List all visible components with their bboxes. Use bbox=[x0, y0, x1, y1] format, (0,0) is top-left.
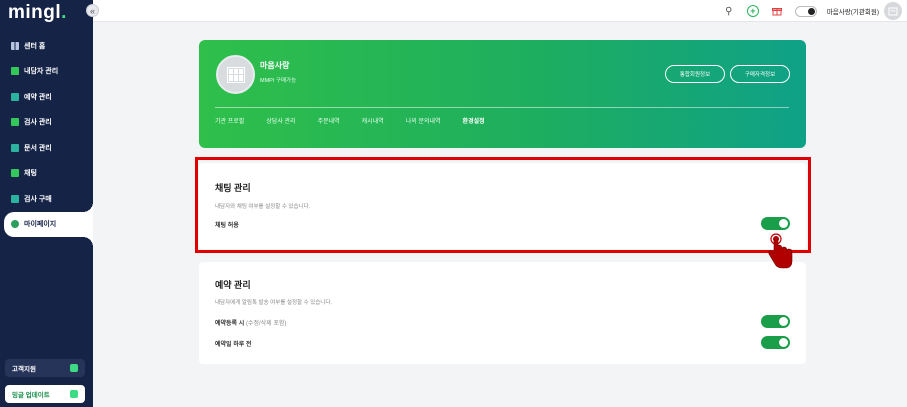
chat-settings-card: 채팅 관리 내담자와 채팅 여부를 설정할 수 있습니다. 채팅 허용 bbox=[199, 163, 806, 249]
sidebar-item-reservations[interactable]: 예약 관리 bbox=[0, 84, 93, 110]
calendar-icon bbox=[11, 92, 19, 101]
tab-cash[interactable]: 캐시내역 bbox=[362, 116, 384, 125]
organization-name: 마음사랑 bbox=[260, 61, 290, 70]
sun-icon bbox=[807, 7, 815, 15]
cart-icon bbox=[11, 194, 19, 203]
gift-icon[interactable] bbox=[771, 5, 783, 17]
tab-organization-profile[interactable]: 기관 프로필 bbox=[215, 116, 244, 125]
chat-icon bbox=[11, 169, 19, 178]
tab-orders[interactable]: 주문내역 bbox=[318, 116, 340, 125]
sidebar-item-chat[interactable]: 채팅 bbox=[0, 161, 93, 187]
sidebar-item-tests[interactable]: 검사 관리 bbox=[0, 110, 93, 136]
support-button[interactable]: 고객지원 bbox=[5, 359, 85, 377]
reservation-register-toggle[interactable] bbox=[761, 315, 790, 328]
user-icon bbox=[11, 220, 19, 229]
sidebar-item-test-purchase[interactable]: 검사 구매 bbox=[0, 186, 93, 212]
chat-allow-label: 채팅 허용 bbox=[215, 223, 239, 229]
tab-settings[interactable]: 환경설정 bbox=[463, 116, 485, 125]
bell-icon bbox=[70, 390, 78, 398]
user-avatar[interactable] bbox=[884, 2, 902, 20]
sidebar: mingl. 센터 홈 내담자 관리 예약 관리 검사 관리 문서 관리 채팅 … bbox=[0, 0, 93, 407]
reservation-settings-description: 내담자에게 알림톡 발송 여부를 설정할 수 있습니다. bbox=[215, 300, 332, 306]
chat-allow-toggle[interactable] bbox=[761, 217, 790, 230]
reservation-settings-title: 예약 관리 bbox=[215, 280, 251, 290]
app-logo[interactable]: mingl. bbox=[8, 2, 67, 24]
profile-banner: 마음사랑 MMPI 구매가능 통합회원정보 구매자격정보 기관 프로필 상담사 … bbox=[199, 40, 806, 148]
theme-toggle[interactable] bbox=[794, 5, 817, 17]
profile-tabs: 기관 프로필 상담사 관리 주문내역 캐시내역 나의 문의내역 환경설정 bbox=[215, 116, 507, 125]
reservation-settings-card: 예약 관리 내담자에게 알림톡 발송 여부를 설정할 수 있습니다. 예약등록 … bbox=[199, 262, 806, 364]
sidebar-nav: 센터 홈 내담자 관리 예약 관리 검사 관리 문서 관리 채팅 검사 구매 마… bbox=[0, 33, 93, 247]
sidebar-item-mypage[interactable]: 마이페이지 bbox=[4, 201, 93, 247]
tab-counselor-management[interactable]: 상담사 관리 bbox=[266, 116, 295, 125]
integrated-member-info-button[interactable]: 통합회원정보 bbox=[665, 65, 725, 83]
hand-pointer-icon bbox=[768, 233, 793, 269]
support-icon bbox=[70, 364, 78, 372]
document-icon bbox=[11, 143, 19, 152]
purchase-status: MMPI 구매가능 bbox=[260, 78, 297, 84]
building-icon bbox=[226, 66, 245, 83]
sidebar-item-clients[interactable]: 내담자 관리 bbox=[0, 59, 93, 85]
organization-avatar bbox=[216, 55, 255, 94]
search-icon[interactable]: ⚲ bbox=[723, 5, 735, 17]
chat-settings-title: 채팅 관리 bbox=[215, 183, 251, 193]
sidebar-collapse-icon[interactable]: « bbox=[86, 4, 99, 17]
divider bbox=[215, 107, 789, 108]
add-icon[interactable]: + bbox=[746, 5, 759, 17]
reservation-register-label: 예약등록 시 (수정/삭제 포함) bbox=[215, 321, 287, 327]
user-name[interactable]: 마음사랑(기관회원) bbox=[827, 6, 879, 16]
test-icon bbox=[11, 118, 19, 127]
chat-settings-description: 내담자와 채팅 여부를 설정할 수 있습니다. bbox=[215, 204, 311, 210]
tab-my-inquiries[interactable]: 나의 문의내역 bbox=[406, 116, 441, 125]
update-button[interactable]: 밍글 업데이트 bbox=[5, 385, 85, 403]
topbar: ⚲ + 마음사랑(기관회원) bbox=[93, 0, 907, 22]
client-icon bbox=[11, 67, 19, 76]
sidebar-item-center-home[interactable]: 센터 홈 bbox=[0, 33, 93, 59]
grid-icon bbox=[11, 41, 19, 50]
reservation-day-before-toggle[interactable] bbox=[761, 336, 790, 349]
reservation-day-before-label: 예약일 하루 전 bbox=[215, 342, 252, 348]
sidebar-item-documents[interactable]: 문서 관리 bbox=[0, 135, 93, 161]
purchase-qualification-button[interactable]: 구매자격정보 bbox=[730, 65, 790, 83]
